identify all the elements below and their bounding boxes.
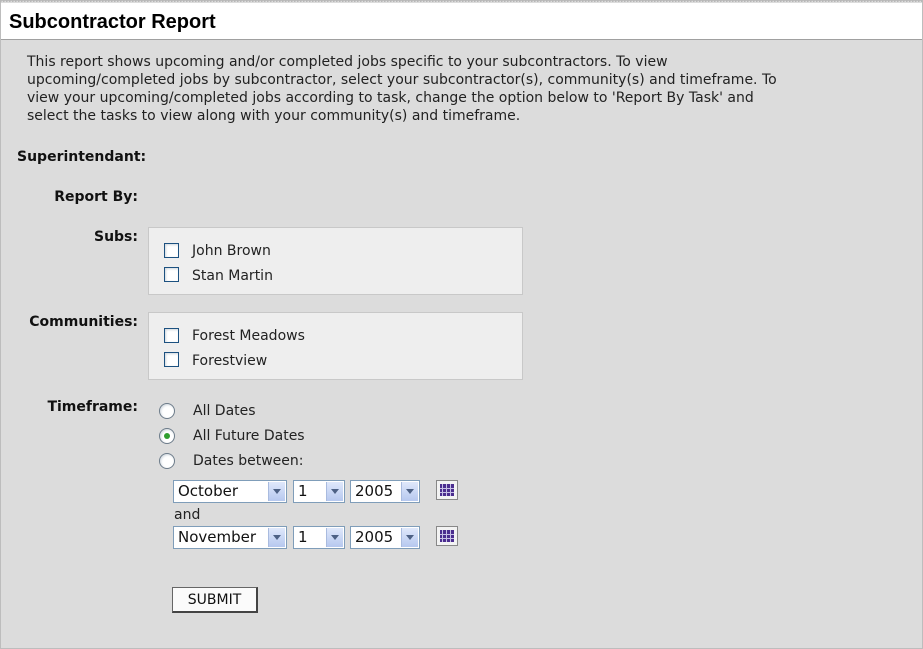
page-title: Subcontractor Report [9, 11, 216, 33]
start-month-select[interactable]: October [173, 480, 287, 503]
end-calendar-icon[interactable] [436, 526, 458, 546]
superintendant-label: Superintendant: [17, 149, 147, 165]
end-month-value: November [178, 528, 257, 546]
title-bar: Subcontractor Report [1, 3, 922, 40]
intro-text: This report shows upcoming and/or comple… [27, 54, 777, 124]
start-year-value: 2005 [355, 482, 394, 500]
submit-button[interactable]: SUBMIT [172, 587, 258, 613]
end-year-select[interactable]: 2005 [350, 526, 420, 549]
radio-label-all-future-dates: All Future Dates [193, 428, 305, 444]
sub-checkbox-stan-martin[interactable] [164, 267, 179, 282]
chevron-down-icon [326, 482, 343, 501]
end-year-value: 2005 [355, 528, 394, 546]
radio-all-future-dates[interactable] [159, 428, 175, 444]
sub-checkbox-john-brown[interactable] [164, 243, 179, 258]
subs-label: Subs: [93, 229, 138, 245]
top-border [0, 0, 923, 2]
end-day-select[interactable]: 1 [293, 526, 345, 549]
subs-list: John Brown Stan Martin [148, 227, 523, 295]
community-checkbox-forestview[interactable] [164, 352, 179, 367]
timeframe-label: Timeframe: [47, 399, 138, 415]
chevron-down-icon [401, 528, 418, 547]
sub-label-john-brown: John Brown [192, 243, 271, 259]
community-label-forestview: Forestview [192, 353, 268, 369]
communities-list: Forest Meadows Forestview [148, 312, 523, 380]
chevron-down-icon [401, 482, 418, 501]
report-by-label: Report By: [54, 189, 138, 205]
communities-label: Communities: [29, 314, 138, 330]
community-checkbox-forest-meadows[interactable] [164, 328, 179, 343]
start-day-select[interactable]: 1 [293, 480, 345, 503]
start-month-value: October [178, 482, 239, 500]
chevron-down-icon [326, 528, 343, 547]
end-day-value: 1 [298, 528, 308, 546]
start-year-select[interactable]: 2005 [350, 480, 420, 503]
community-label-forest-meadows: Forest Meadows [192, 328, 305, 344]
sub-label-stan-martin: Stan Martin [192, 268, 273, 284]
radio-label-dates-between: Dates between: [193, 453, 304, 469]
end-month-select[interactable]: November [173, 526, 287, 549]
radio-label-all-dates: All Dates [193, 403, 256, 419]
and-label: and [174, 507, 201, 523]
start-calendar-icon[interactable] [436, 480, 458, 500]
chevron-down-icon [268, 528, 285, 547]
chevron-down-icon [268, 482, 285, 501]
radio-all-dates[interactable] [159, 403, 175, 419]
radio-dates-between[interactable] [159, 453, 175, 469]
start-day-value: 1 [298, 482, 308, 500]
